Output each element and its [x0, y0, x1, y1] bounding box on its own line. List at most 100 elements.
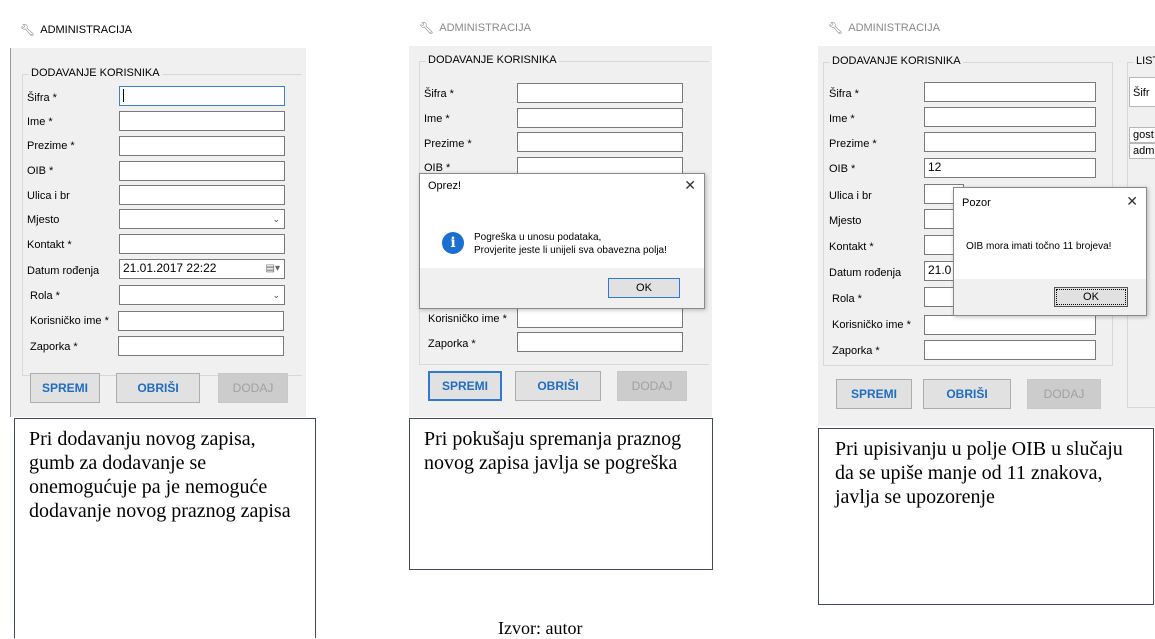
spremi-button[interactable]: SPREMI — [428, 371, 502, 401]
screenshot-panel-3: 🔧︎ ADMINISTRACIJA DODAVANJE KORISNIKA LI… — [818, 10, 1155, 426]
wrench-icon: 🔧︎ — [419, 21, 435, 35]
ok-button[interactable]: OK — [1054, 287, 1128, 307]
label-korisnicko-ime: Korisničko ime * — [30, 315, 109, 327]
dodaj-button[interactable]: DODAJ — [218, 373, 288, 403]
window-title: ADMINISTRACIJA — [848, 22, 940, 34]
caption-panel-3: Pri upisivanju u polje OIB u slučaju da … — [818, 428, 1154, 605]
label-sifra: Šifra * — [27, 92, 57, 104]
ok-button[interactable]: OK — [608, 278, 680, 298]
label-zaporka: Zaporka * — [832, 345, 880, 357]
screenshot-panel-2: 🔧︎ ADMINISTRACIJA DODAVANJE KORISNIKA Ši… — [409, 10, 712, 417]
window-title: ADMINISTRACIJA — [439, 22, 531, 34]
label-zaporka: Zaporka * — [428, 338, 476, 350]
label-ime: Ime * — [27, 116, 53, 128]
caption-panel-1: Pri dodavanju novog zapisa, gumb za doda… — [14, 418, 316, 638]
ulica-input[interactable] — [119, 185, 285, 205]
dodaj-button[interactable]: DODAJ — [617, 371, 687, 401]
dialog-footer: OK — [954, 279, 1146, 315]
close-icon[interactable]: ✕ — [1126, 193, 1138, 210]
warning-dialog: Pozor ✕ OIB mora imati točno 11 brojeva!… — [953, 187, 1147, 316]
prezime-input[interactable] — [517, 132, 683, 152]
dialog-footer: OK — [420, 268, 704, 308]
label-rola: Rola * — [30, 290, 60, 302]
screenshot-panel-1: 🔧︎ ADMINISTRACIJA DODAVANJE KORISNIKA Ši… — [10, 12, 306, 417]
label-mjesto: Mjesto — [27, 214, 60, 226]
mjesto-select[interactable]: ⌄ — [119, 209, 285, 229]
obrisi-button[interactable]: OBRIŠI — [515, 371, 601, 401]
group-title: DODAVANJE KORISNIKA — [830, 55, 963, 67]
window-titlebar: 🔧︎ ADMINISTRACIJA — [818, 10, 1155, 46]
korisnicko-ime-input[interactable] — [517, 308, 683, 328]
chevron-down-icon: ⌄ — [272, 214, 280, 224]
list-title: LIST — [1134, 55, 1155, 67]
zaporka-input[interactable] — [517, 332, 683, 352]
source-note: Izvor: autor — [498, 618, 583, 638]
sifra-input[interactable] — [517, 83, 683, 103]
label-mjesto: Mjesto — [829, 215, 862, 227]
label-oib: OIB * — [27, 165, 54, 177]
label-datum: Datum rođenja — [829, 267, 902, 279]
korisnicko-ime-input[interactable] — [118, 311, 284, 331]
label-prezime: Prezime * — [27, 140, 75, 152]
calendar-icon[interactable]: ▤▾ — [266, 260, 280, 278]
label-prezime: Prezime * — [424, 138, 472, 150]
dialog-message-line-1: Pogreška u unosu podataka, — [474, 232, 602, 243]
zaporka-input[interactable] — [118, 336, 284, 356]
label-sifra: Šifra * — [424, 88, 454, 100]
window-titlebar: 🔧︎ ADMINISTRACIJA — [409, 10, 712, 46]
label-datum: Datum rođenja — [27, 265, 100, 277]
obrisi-button[interactable]: OBRIŠI — [116, 373, 200, 403]
datum-value: 21.0 — [928, 263, 952, 277]
ime-input[interactable] — [924, 107, 1096, 127]
label-korisnicko-ime: Korisničko ime * — [428, 313, 507, 325]
spremi-button[interactable]: SPREMI — [30, 373, 100, 403]
sifra-input[interactable] — [924, 82, 1096, 102]
window-title: ADMINISTRACIJA — [40, 24, 132, 36]
prezime-input[interactable] — [119, 136, 285, 156]
dodaj-button[interactable]: DODAJ — [1027, 379, 1101, 409]
prezime-input[interactable] — [924, 132, 1096, 152]
obrisi-button[interactable]: OBRIŠI — [923, 379, 1011, 409]
group-title: DODAVANJE KORISNIKA — [29, 67, 162, 79]
close-icon[interactable]: ✕ — [684, 177, 696, 194]
kontakt-input[interactable] — [119, 234, 285, 254]
chevron-down-icon: ⌄ — [272, 290, 280, 300]
label-ulica: Ulica i br — [27, 190, 70, 202]
label-rola: Rola * — [832, 293, 862, 305]
dialog-title: Oprez! — [428, 180, 462, 192]
label-kontakt: Kontakt * — [829, 241, 874, 253]
oib-input[interactable]: 12 — [924, 158, 1096, 178]
list-row[interactable]: adm — [1129, 143, 1155, 159]
label-zaporka: Zaporka * — [30, 341, 78, 353]
label-kontakt: Kontakt * — [27, 239, 72, 251]
text-caret — [123, 89, 124, 103]
window-edge-line — [10, 48, 11, 417]
ime-input[interactable] — [119, 111, 285, 131]
list-header[interactable]: Šifr — [1129, 77, 1155, 107]
label-prezime: Prezime * — [829, 138, 877, 150]
spremi-button[interactable]: SPREMI — [836, 379, 912, 409]
window-titlebar: 🔧︎ ADMINISTRACIJA — [10, 12, 306, 48]
datum-picker[interactable]: 21.01.2017 22:22 ▤▾ — [119, 259, 285, 279]
ime-input[interactable] — [517, 108, 683, 128]
info-icon: i — [442, 232, 464, 254]
korisnicko-ime-input[interactable] — [924, 315, 1096, 335]
sifra-input[interactable] — [119, 86, 285, 106]
label-oib: OIB * — [829, 163, 856, 175]
wrench-icon: 🔧︎ — [20, 23, 36, 37]
rola-select[interactable]: ⌄ — [119, 285, 285, 305]
datum-value: 21.01.2017 22:22 — [123, 261, 217, 275]
dialog-message: OIB mora imati točno 11 brojeva! — [966, 241, 1112, 252]
wrench-icon: 🔧︎ — [828, 21, 844, 35]
error-dialog: Oprez! ✕ i Pogreška u unosu podataka, Pr… — [419, 173, 705, 309]
dialog-title: Pozor — [962, 197, 991, 209]
oib-input[interactable] — [119, 161, 285, 181]
group-title: DODAVANJE KORISNIKA — [426, 54, 559, 66]
label-ulica: Ulica i br — [829, 190, 872, 202]
oib-value: 12 — [928, 160, 942, 174]
dialog-message-line-2: Provjerite jeste li unijeli sva obavezna… — [474, 245, 667, 256]
label-sifra: Šifra * — [829, 88, 859, 100]
zaporka-input[interactable] — [924, 340, 1096, 360]
label-ime: Ime * — [829, 113, 855, 125]
list-row[interactable]: gost — [1129, 127, 1155, 143]
